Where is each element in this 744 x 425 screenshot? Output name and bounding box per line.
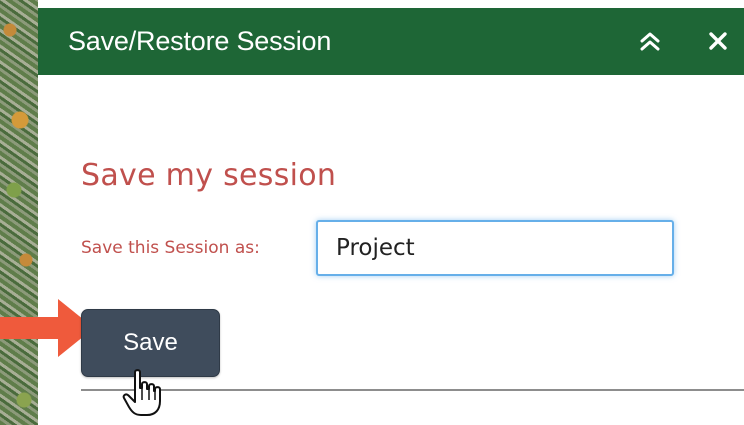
save-session-heading: Save my session: [81, 158, 337, 193]
section-divider: [81, 389, 744, 391]
app-screen: Save/Restore Session Save my session Sav…: [0, 0, 744, 425]
save-button[interactable]: Save: [81, 309, 220, 377]
session-name-label: Save this Session as:: [81, 238, 260, 258]
save-restore-session-panel: Save/Restore Session Save my session Sav…: [0, 0, 744, 425]
map-background[interactable]: [0, 0, 38, 425]
session-name-input[interactable]: [316, 220, 674, 276]
double-chevron-up-icon: [640, 32, 660, 51]
collapse-panel-button[interactable]: [632, 22, 668, 60]
hand-pointer-cursor-icon: [122, 369, 161, 416]
panel-header: Save/Restore Session: [38, 8, 744, 75]
close-icon: [709, 32, 727, 50]
close-panel-button[interactable]: [700, 22, 736, 60]
panel-title: Save/Restore Session: [68, 26, 332, 56]
